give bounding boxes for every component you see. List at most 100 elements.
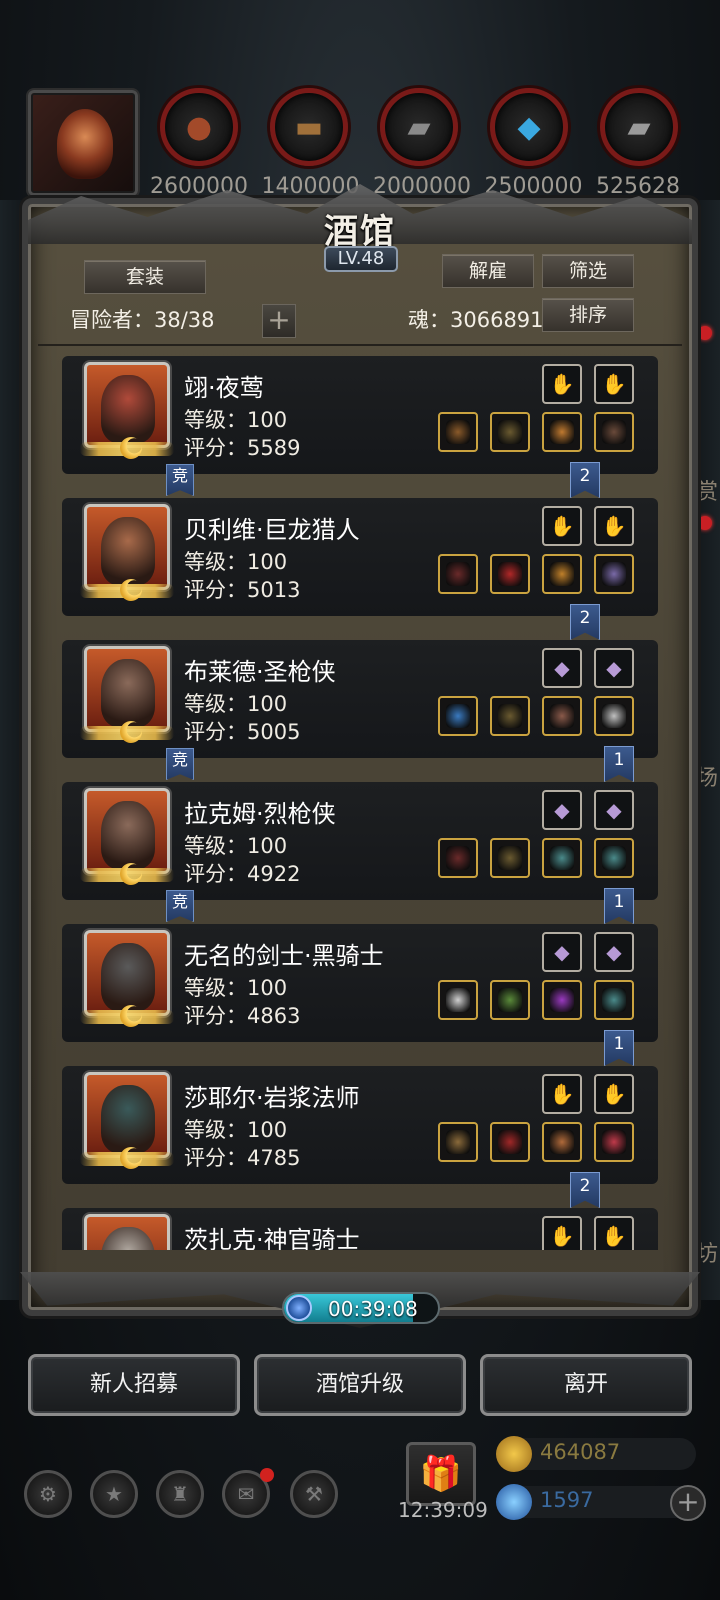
sort-button[interactable]: 排序: [542, 298, 634, 332]
rank-tag: 2: [570, 1172, 600, 1208]
equipment-slot-icon[interactable]: [542, 554, 582, 594]
achievement-icon[interactable]: ★: [90, 1470, 138, 1518]
equipment-slot-icon[interactable]: [438, 980, 478, 1020]
crystal-slot-icon[interactable]: ◆: [594, 648, 634, 688]
equipment-slot-icon[interactable]: [594, 980, 634, 1020]
add-currency-button[interactable]: +: [670, 1485, 706, 1521]
hero-score: 评分：4785: [184, 1146, 301, 1170]
gold-amount: 464087: [540, 1440, 621, 1464]
equipment-slot-icon[interactable]: [542, 696, 582, 736]
hero-card[interactable]: 莎耶尔·岩浆法师 等级：100 评分：4785 ✋ ✋: [62, 1066, 658, 1184]
hero-portrait[interactable]: [84, 504, 170, 590]
hero-portrait[interactable]: [84, 930, 170, 1016]
hero-card[interactable]: 布莱德·圣枪侠 等级：100 评分：5005 ◆ ◆: [62, 640, 658, 758]
stone-icon[interactable]: ▰: [380, 88, 458, 166]
clock-icon: [286, 1295, 312, 1321]
hero-level: 等级：100: [184, 1118, 288, 1142]
equipment-slot-icon[interactable]: [594, 1122, 634, 1162]
wood-icon[interactable]: ▬: [270, 88, 348, 166]
equipment-slot-icon[interactable]: [542, 412, 582, 452]
hero-card[interactable]: 贝利维·巨龙猎人 等级：100 评分：5013 ✋ ✋: [62, 498, 658, 616]
ore-icon[interactable]: ●: [160, 88, 238, 166]
glove-slot-icon[interactable]: ✋: [542, 1216, 582, 1250]
equipment-icon: [498, 846, 522, 870]
equipment-icon: [498, 562, 522, 586]
glove-slot-icon[interactable]: ✋: [542, 364, 582, 404]
equipment-slot-icon[interactable]: [594, 696, 634, 736]
equipment-slot-icon[interactable]: [438, 412, 478, 452]
recruit-button[interactable]: 新人招募: [28, 1354, 240, 1416]
filter-button[interactable]: 筛选: [542, 254, 634, 288]
hero-list[interactable]: 翊·夜莺 等级：100 评分：5589 ✋ ✋ 竞 2 贝利维·巨龙猎人 等级：100 评分：50…: [38, 352, 682, 1250]
glove-slot-icon[interactable]: ✋: [594, 1074, 634, 1114]
equipment-icon: [550, 562, 574, 586]
hero-card[interactable]: 翊·夜莺 等级：100 评分：5589 ✋ ✋: [62, 356, 658, 474]
equipment-slot-icon[interactable]: [542, 838, 582, 878]
equipment-icon: [550, 1130, 574, 1154]
crystal-icon[interactable]: ◆: [490, 88, 568, 166]
equipment-slot-icon[interactable]: [438, 1122, 478, 1162]
resource-value: 525628: [596, 174, 680, 199]
equipment-slot-icon[interactable]: [438, 554, 478, 594]
equipment-slot-icon[interactable]: [490, 1122, 530, 1162]
equipment-slot-icon[interactable]: [594, 554, 634, 594]
equipment-icon: [498, 1130, 522, 1154]
equipment-slot-icon[interactable]: [594, 838, 634, 878]
rank-tag: 1: [604, 746, 634, 782]
hero-portrait[interactable]: [84, 646, 170, 732]
soul-count: 魂：3066891: [408, 308, 544, 332]
set-button[interactable]: 套装: [84, 260, 206, 294]
hero-portrait[interactable]: [84, 1214, 170, 1250]
player-avatar[interactable]: [28, 90, 138, 196]
gem-amount: 1597: [540, 1488, 594, 1512]
shop-icon[interactable]: ⚒: [290, 1470, 338, 1518]
hero-name: 贝利维·巨龙猎人: [184, 516, 360, 544]
equipment-slot-icon[interactable]: [490, 980, 530, 1020]
equipment-slot-icon[interactable]: [490, 412, 530, 452]
hero-portrait[interactable]: [84, 362, 170, 448]
equipment-slot-icon[interactable]: [438, 838, 478, 878]
glove-slot-icon[interactable]: ✋: [594, 1216, 634, 1250]
crystal-slot-icon[interactable]: ◆: [594, 790, 634, 830]
equipment-slot-icon[interactable]: [542, 1122, 582, 1162]
add-slot-button[interactable]: +: [262, 304, 296, 338]
settings-icon[interactable]: ⚙: [24, 1470, 72, 1518]
equipment-slot-icon[interactable]: [594, 412, 634, 452]
hero-card[interactable]: 茨扎克·神官骑士 ✋ ✋: [62, 1208, 658, 1250]
edge-label[interactable]: 赏: [696, 474, 718, 506]
guild-icon[interactable]: ♜: [156, 1470, 204, 1518]
equipment-slot-icon[interactable]: [438, 696, 478, 736]
glove-slot-icon[interactable]: ✋: [542, 506, 582, 546]
iron-icon[interactable]: ▰: [600, 88, 678, 166]
glove-slot-icon[interactable]: ✋: [542, 1074, 582, 1114]
hero-card[interactable]: 无名的剑士·黑骑士 等级：100 评分：4863 ◆ ◆: [62, 924, 658, 1042]
hero-name: 茨扎克·神官骑士: [184, 1226, 360, 1250]
resource-value: 2000000: [373, 174, 471, 199]
upgrade-tavern-button[interactable]: 酒馆升级: [254, 1354, 466, 1416]
player-portrait-icon: [57, 109, 113, 179]
crystal-slot-icon[interactable]: ◆: [542, 790, 582, 830]
glove-slot-icon[interactable]: ✋: [594, 364, 634, 404]
equipment-slot-icon[interactable]: [490, 696, 530, 736]
glove-slot-icon[interactable]: ✋: [594, 506, 634, 546]
hero-portrait[interactable]: [84, 1072, 170, 1158]
hero-card[interactable]: 拉克姆·烈枪侠 等级：100 评分：4922 ◆ ◆: [62, 782, 658, 900]
crystal-slot-icon[interactable]: ◆: [542, 648, 582, 688]
equipment-slot-icon[interactable]: [490, 554, 530, 594]
hero-level: 等级：100: [184, 408, 288, 432]
resource-row: ● ▬ ▰ ◆ ▰: [160, 88, 678, 166]
refresh-timer: 00:39:08: [282, 1292, 440, 1324]
equipment-icon: [550, 846, 574, 870]
moon-icon: [120, 1147, 142, 1169]
equipment-slot-icon[interactable]: [542, 980, 582, 1020]
mail-notification-dot: [260, 1468, 274, 1482]
crystal-slot-icon[interactable]: ◆: [594, 932, 634, 972]
equipment-icon: [602, 846, 626, 870]
hero-score: 评分：5005: [184, 720, 301, 744]
dismiss-button[interactable]: 解雇: [442, 254, 534, 288]
leave-button[interactable]: 离开: [480, 1354, 692, 1416]
gift-icon[interactable]: 🎁: [406, 1442, 476, 1506]
equipment-slot-icon[interactable]: [490, 838, 530, 878]
crystal-slot-icon[interactable]: ◆: [542, 932, 582, 972]
hero-portrait[interactable]: [84, 788, 170, 874]
